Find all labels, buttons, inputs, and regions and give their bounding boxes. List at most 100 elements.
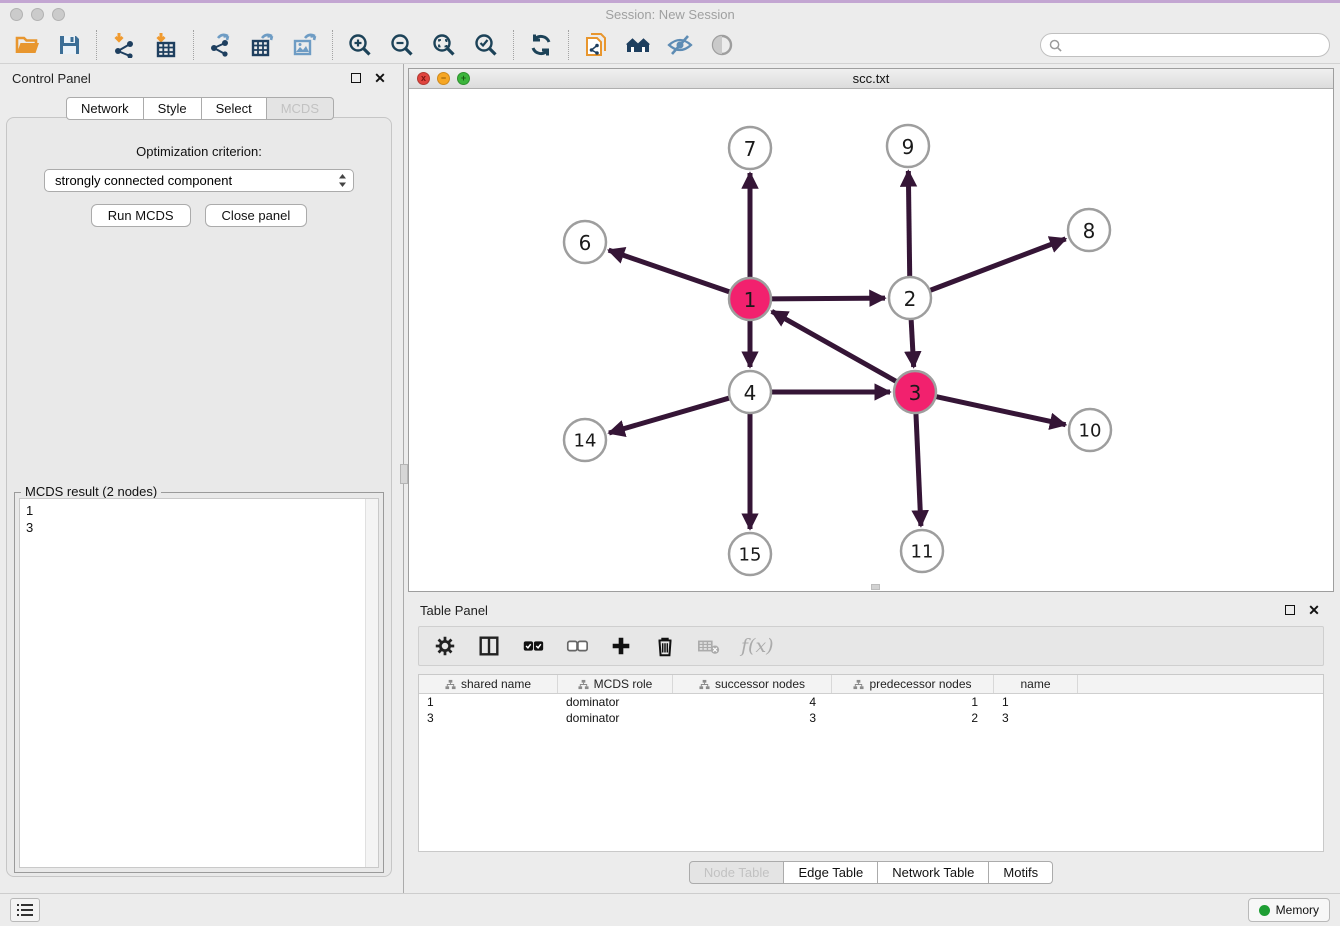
result-scrollbar[interactable] — [365, 499, 378, 867]
network-graph[interactable]: 7968124314101511 — [409, 90, 1333, 591]
graph-edge-3-11[interactable] — [916, 411, 921, 526]
export-network-button[interactable] — [207, 31, 235, 59]
unselect-all-columns-button[interactable] — [565, 634, 589, 658]
cell-mcds-role[interactable]: dominator — [558, 695, 673, 709]
import-table-icon — [153, 32, 179, 58]
select-all-columns-button[interactable] — [521, 634, 545, 658]
cell-successor-nodes[interactable]: 3 — [673, 711, 832, 725]
tab-node-table[interactable]: Node Table — [689, 861, 785, 884]
graph-edge-2-3[interactable] — [911, 317, 914, 367]
cell-predecessor-nodes[interactable]: 2 — [832, 711, 994, 725]
cell-shared-name[interactable]: 1 — [419, 695, 558, 709]
tab-motifs[interactable]: Motifs — [989, 861, 1053, 884]
cell-predecessor-nodes[interactable]: 1 — [832, 695, 994, 709]
control-panel: Control Panel ✕ Network Style Select MCD… — [0, 64, 400, 893]
export-image-button[interactable] — [291, 31, 319, 59]
graph-edge-3-10[interactable] — [934, 396, 1066, 425]
delete-column-button[interactable] — [653, 634, 677, 658]
table-options-button[interactable] — [433, 634, 457, 658]
create-column-button[interactable] — [609, 634, 633, 658]
control-panel-title: Control Panel — [12, 71, 91, 86]
export-table-icon — [250, 32, 276, 58]
search-input[interactable] — [1067, 35, 1329, 55]
zoom-fit-icon — [431, 32, 457, 58]
splitter-handle[interactable] — [400, 464, 408, 484]
import-network-button[interactable] — [110, 31, 138, 59]
graph-edge-2-9[interactable] — [908, 171, 909, 279]
tab-style[interactable]: Style — [144, 97, 202, 120]
table-row[interactable]: 3 dominator 3 2 3 — [419, 710, 1323, 726]
graph-edge-1-6[interactable] — [609, 250, 732, 293]
run-mcds-button[interactable]: Run MCDS — [91, 204, 191, 227]
control-panel-float-button[interactable] — [348, 70, 364, 86]
memory-button[interactable]: Memory — [1248, 898, 1330, 922]
zoom-selected-button[interactable] — [472, 31, 500, 59]
open-session-button[interactable] — [13, 31, 41, 59]
cell-mcds-role[interactable]: dominator — [558, 711, 673, 725]
delete-table-icon — [697, 633, 721, 659]
control-panel-tabs: Network Style Select MCDS — [0, 97, 400, 120]
import-table-button[interactable] — [152, 31, 180, 59]
cell-shared-name[interactable]: 3 — [419, 711, 558, 725]
cell-successor-nodes[interactable]: 4 — [673, 695, 832, 709]
cell-name[interactable]: 3 — [994, 711, 1078, 725]
save-session-button[interactable] — [55, 31, 83, 59]
home-view-button[interactable] — [624, 31, 652, 59]
apply-layout-button[interactable] — [527, 31, 555, 59]
cell-name[interactable]: 1 — [994, 695, 1078, 709]
show-task-history-button[interactable] — [10, 898, 40, 922]
hide-graphics-details-button[interactable] — [666, 31, 694, 59]
network-window-titlebar[interactable]: scc.txt x − + — [409, 69, 1333, 89]
panel-splitter[interactable] — [400, 64, 408, 893]
column-header-predecessor-nodes[interactable]: predecessor nodes — [832, 675, 994, 693]
graph-edge-1-2[interactable] — [769, 298, 885, 299]
control-panel-close-button[interactable]: ✕ — [372, 70, 388, 86]
table-row[interactable]: 1 dominator 4 1 1 — [419, 694, 1323, 710]
show-columns-button[interactable] — [477, 634, 501, 658]
zoom-out-button[interactable] — [388, 31, 416, 59]
graph-edge-2-8[interactable] — [928, 239, 1066, 291]
zoom-in-button[interactable] — [346, 31, 374, 59]
close-panel-button[interactable]: Close panel — [205, 204, 308, 227]
table-panel-float-button[interactable] — [1282, 602, 1298, 618]
delete-table-button[interactable] — [697, 634, 721, 658]
refresh-icon — [528, 32, 554, 58]
zoom-fit-button[interactable] — [430, 31, 458, 59]
column-header-shared-name[interactable]: shared name — [419, 675, 558, 693]
mcds-result-text[interactable]: 1 3 — [20, 499, 365, 867]
network-canvas[interactable]: 7968124314101511 — [409, 90, 1333, 591]
criterion-select[interactable]: strongly connected component — [44, 169, 354, 192]
column-type-icon — [578, 679, 589, 690]
graph-edge-3-1[interactable] — [772, 311, 899, 382]
graph-node-label-10: 10 — [1079, 421, 1102, 442]
tab-mcds[interactable]: MCDS — [267, 97, 334, 120]
network-window-title: scc.txt — [409, 71, 1333, 86]
node-table: shared name MCDS role successor nodes pr… — [418, 674, 1324, 852]
column-header-mcds-role[interactable]: MCDS role — [558, 675, 673, 693]
optimization-criterion-label: Optimization criterion: — [7, 144, 391, 159]
tab-edge-table[interactable]: Edge Table — [784, 861, 878, 884]
window-title: Session: New Session — [0, 7, 1340, 22]
table-panel-close-button[interactable]: ✕ — [1306, 602, 1322, 618]
tab-select[interactable]: Select — [202, 97, 267, 120]
column-type-icon — [445, 679, 456, 690]
graph-node-label-15: 15 — [739, 545, 762, 566]
table-panel: Table Panel ✕ — [408, 596, 1334, 890]
clone-network-button[interactable] — [582, 31, 610, 59]
search-field[interactable] — [1040, 33, 1330, 57]
export-table-button[interactable] — [249, 31, 277, 59]
memory-label: Memory — [1276, 903, 1319, 917]
tab-network[interactable]: Network — [66, 97, 144, 120]
column-header-name[interactable]: name — [994, 675, 1078, 693]
import-network-icon — [111, 32, 137, 58]
graph-edge-4-14[interactable] — [609, 397, 732, 433]
mcds-tab-panel: Optimization criterion: strongly connect… — [6, 117, 392, 877]
tab-network-table[interactable]: Network Table — [878, 861, 989, 884]
canvas-scroll-handle[interactable] — [871, 584, 880, 590]
show-graphics-details-button[interactable] — [708, 31, 736, 59]
column-header-successor-nodes[interactable]: successor nodes — [673, 675, 832, 693]
table-panel-title: Table Panel — [420, 603, 488, 618]
graph-node-label-3: 3 — [909, 381, 922, 405]
function-builder-button[interactable]: f(x) — [741, 635, 774, 657]
plus-icon — [609, 633, 633, 659]
